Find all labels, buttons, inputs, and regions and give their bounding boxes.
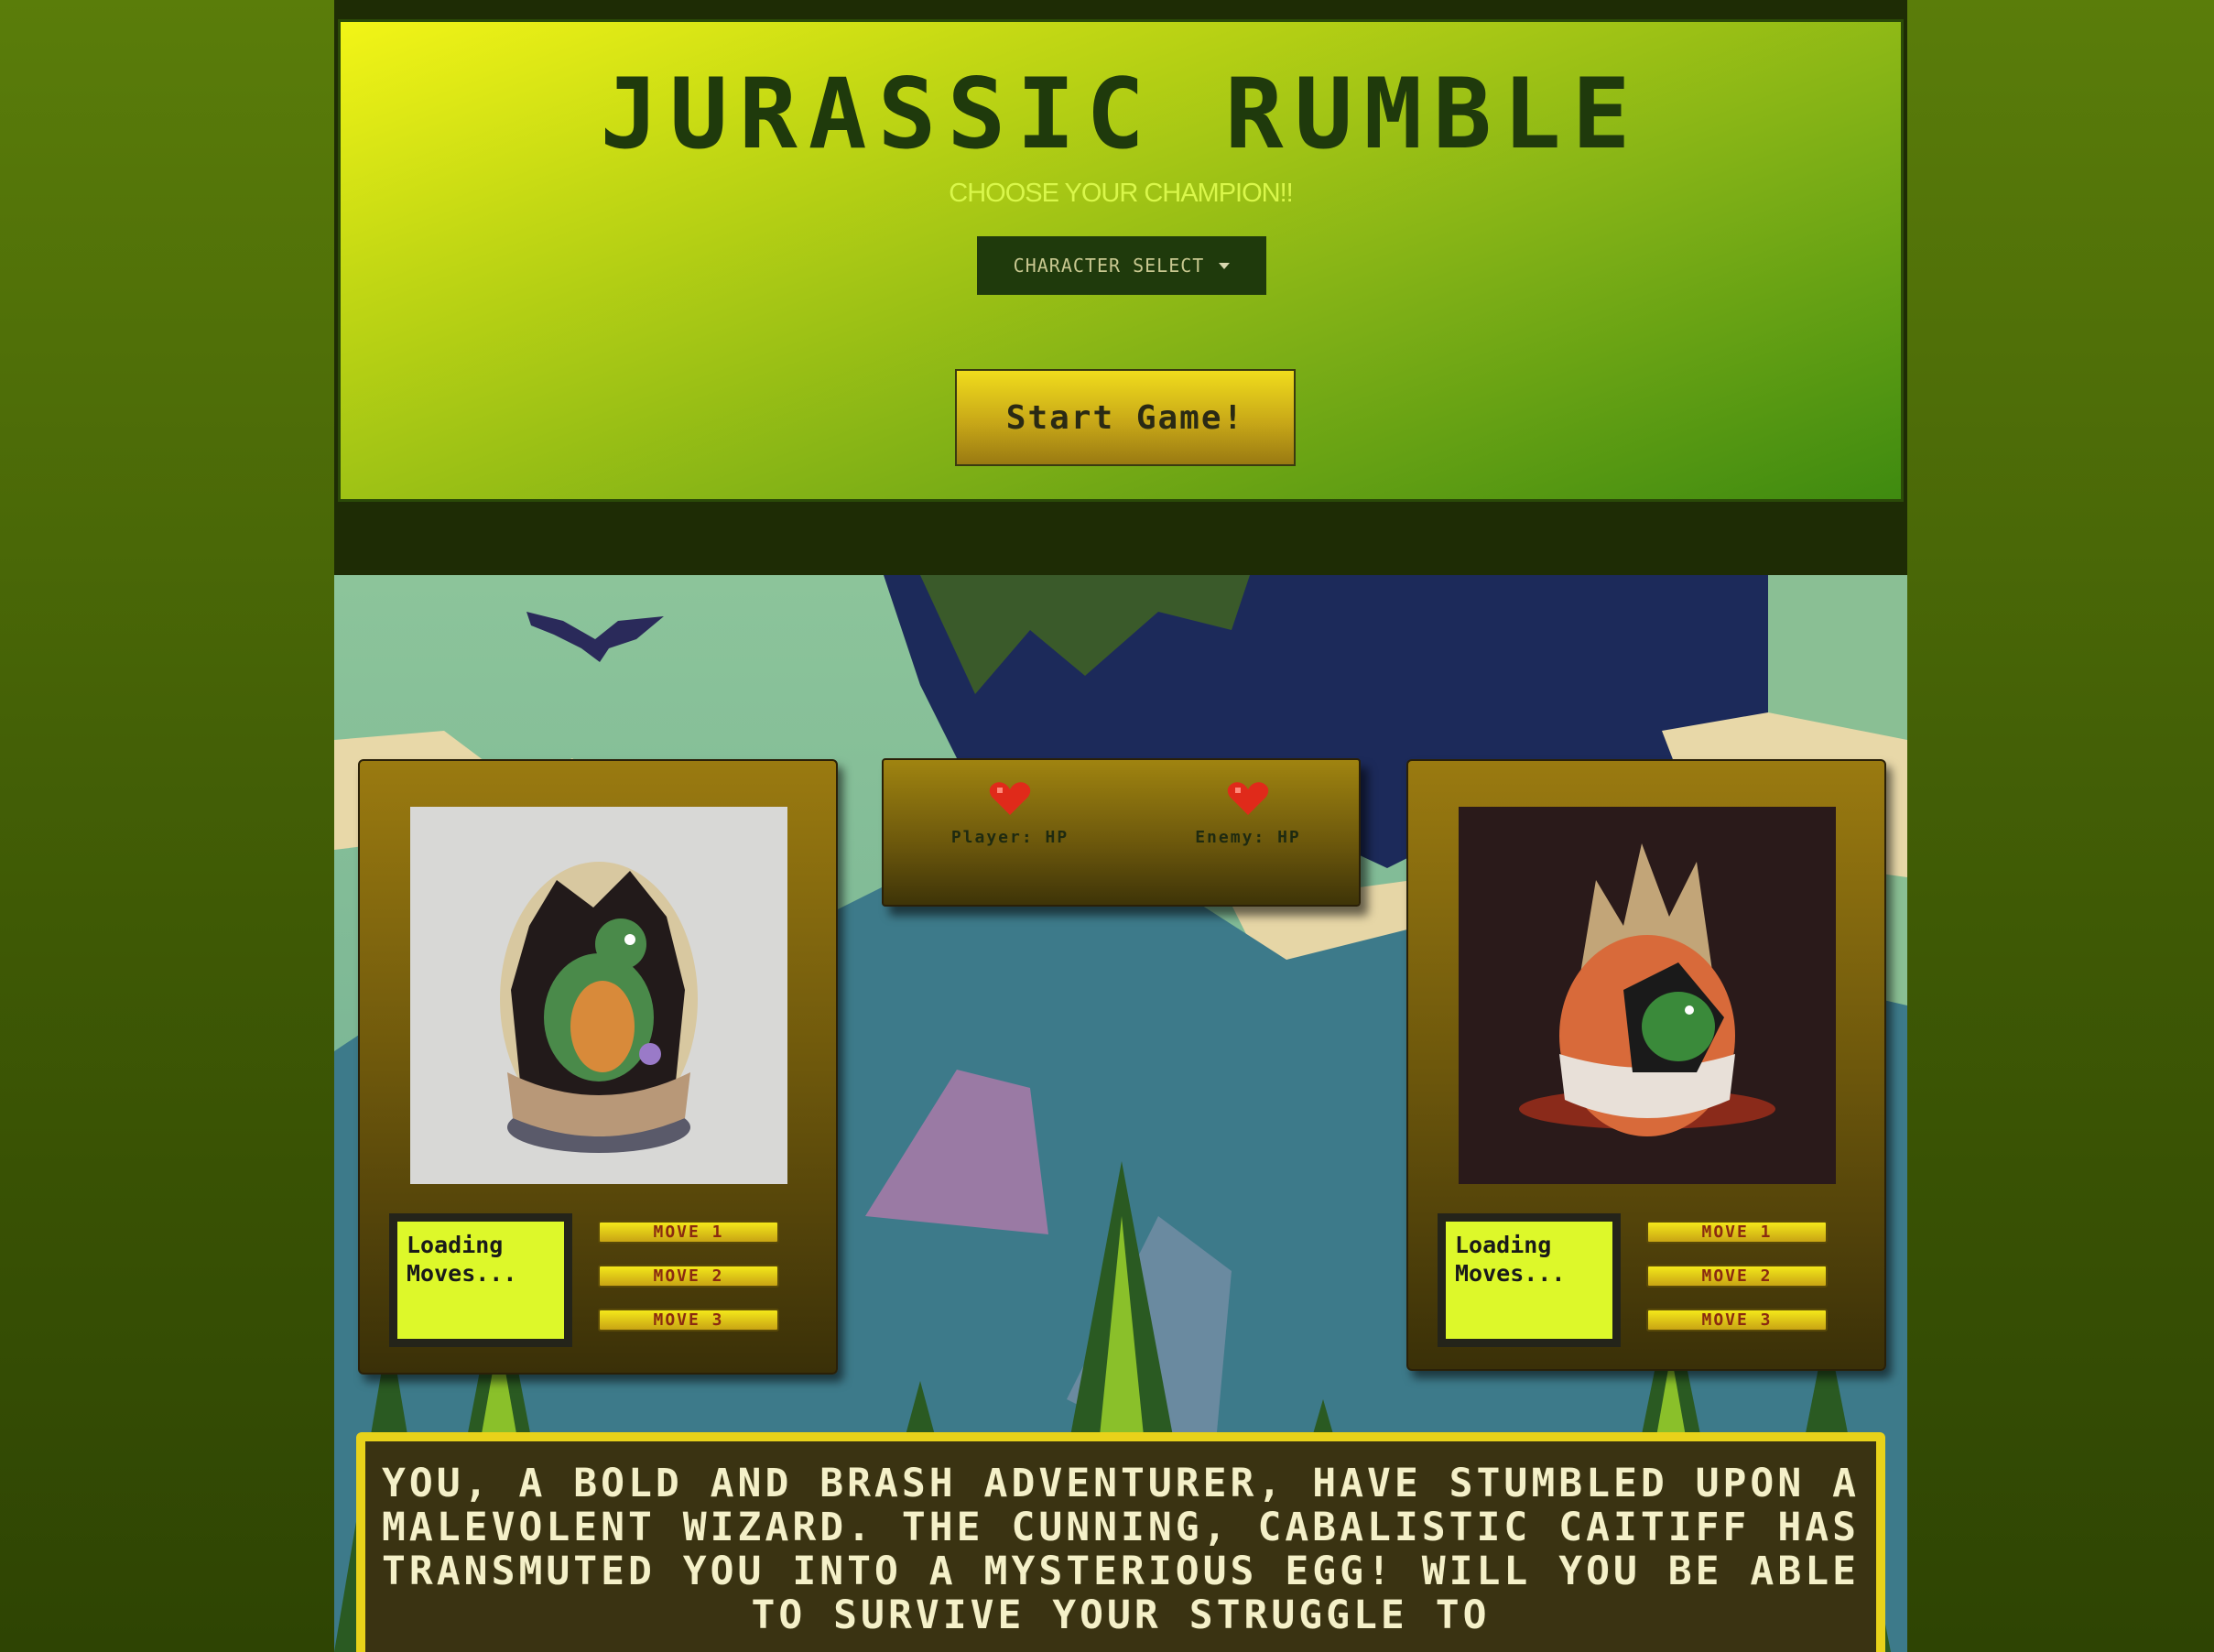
character-select-dropdown[interactable]: CHARACTER SELECT (977, 236, 1266, 295)
player-egg-portrait (410, 807, 787, 1184)
heart-icon (1227, 782, 1269, 815)
enemy-hp: Enemy: HP (1156, 780, 1340, 847)
player-moves-status: Loading Moves... (389, 1213, 572, 1347)
subtitle: CHOOSE YOUR CHAMPION!! (949, 179, 1293, 208)
enemy-move-1-button[interactable]: MOVE 1 (1646, 1221, 1828, 1244)
start-game-button[interactable]: Start Game! (955, 369, 1296, 466)
story-text-box: YOU, A BOLD AND BRASH ADVENTURER, HAVE S… (356, 1432, 1885, 1652)
enemy-move-2-button[interactable]: MOVE 2 (1646, 1265, 1828, 1288)
battle-arena: Loading Moves... MOVE 1 MOVE 2 MOVE 3 Pl… (334, 575, 1907, 1652)
player-move-3-button[interactable]: MOVE 3 (598, 1309, 779, 1331)
player-hp: Player: HP (918, 780, 1102, 847)
player-hp-label: Player: HP (950, 828, 1069, 847)
chevron-down-icon (1219, 262, 1231, 269)
enemy-moves-list: MOVE 1 MOVE 2 MOVE 3 (1646, 1221, 1829, 1353)
game-title: JURASSIC RUMBLE (600, 58, 1642, 170)
enemy-move-3-button[interactable]: MOVE 3 (1646, 1309, 1828, 1331)
player-move-2-button[interactable]: MOVE 2 (598, 1265, 779, 1288)
header-panel: JURASSIC RUMBLE CHOOSE YOUR CHAMPION!! C… (338, 19, 1904, 502)
heart-icon (989, 782, 1031, 815)
enemy-egg-portrait (1459, 807, 1836, 1184)
hp-panel: Player: HP Enemy: HP (882, 758, 1361, 907)
player-card: Loading Moves... MOVE 1 MOVE 2 MOVE 3 (358, 759, 838, 1375)
enemy-card: Loading Moves... MOVE 1 MOVE 2 MOVE 3 (1406, 759, 1886, 1371)
enemy-moves-status: Loading Moves... (1438, 1213, 1621, 1347)
player-moves-list: MOVE 1 MOVE 2 MOVE 3 (598, 1221, 781, 1353)
player-move-1-button[interactable]: MOVE 1 (598, 1221, 779, 1244)
enemy-hp-label: Enemy: HP (1195, 828, 1301, 847)
game-frame: JURASSIC RUMBLE CHOOSE YOUR CHAMPION!! C… (334, 0, 1907, 1652)
character-select-label: CHARACTER SELECT (1013, 255, 1205, 277)
